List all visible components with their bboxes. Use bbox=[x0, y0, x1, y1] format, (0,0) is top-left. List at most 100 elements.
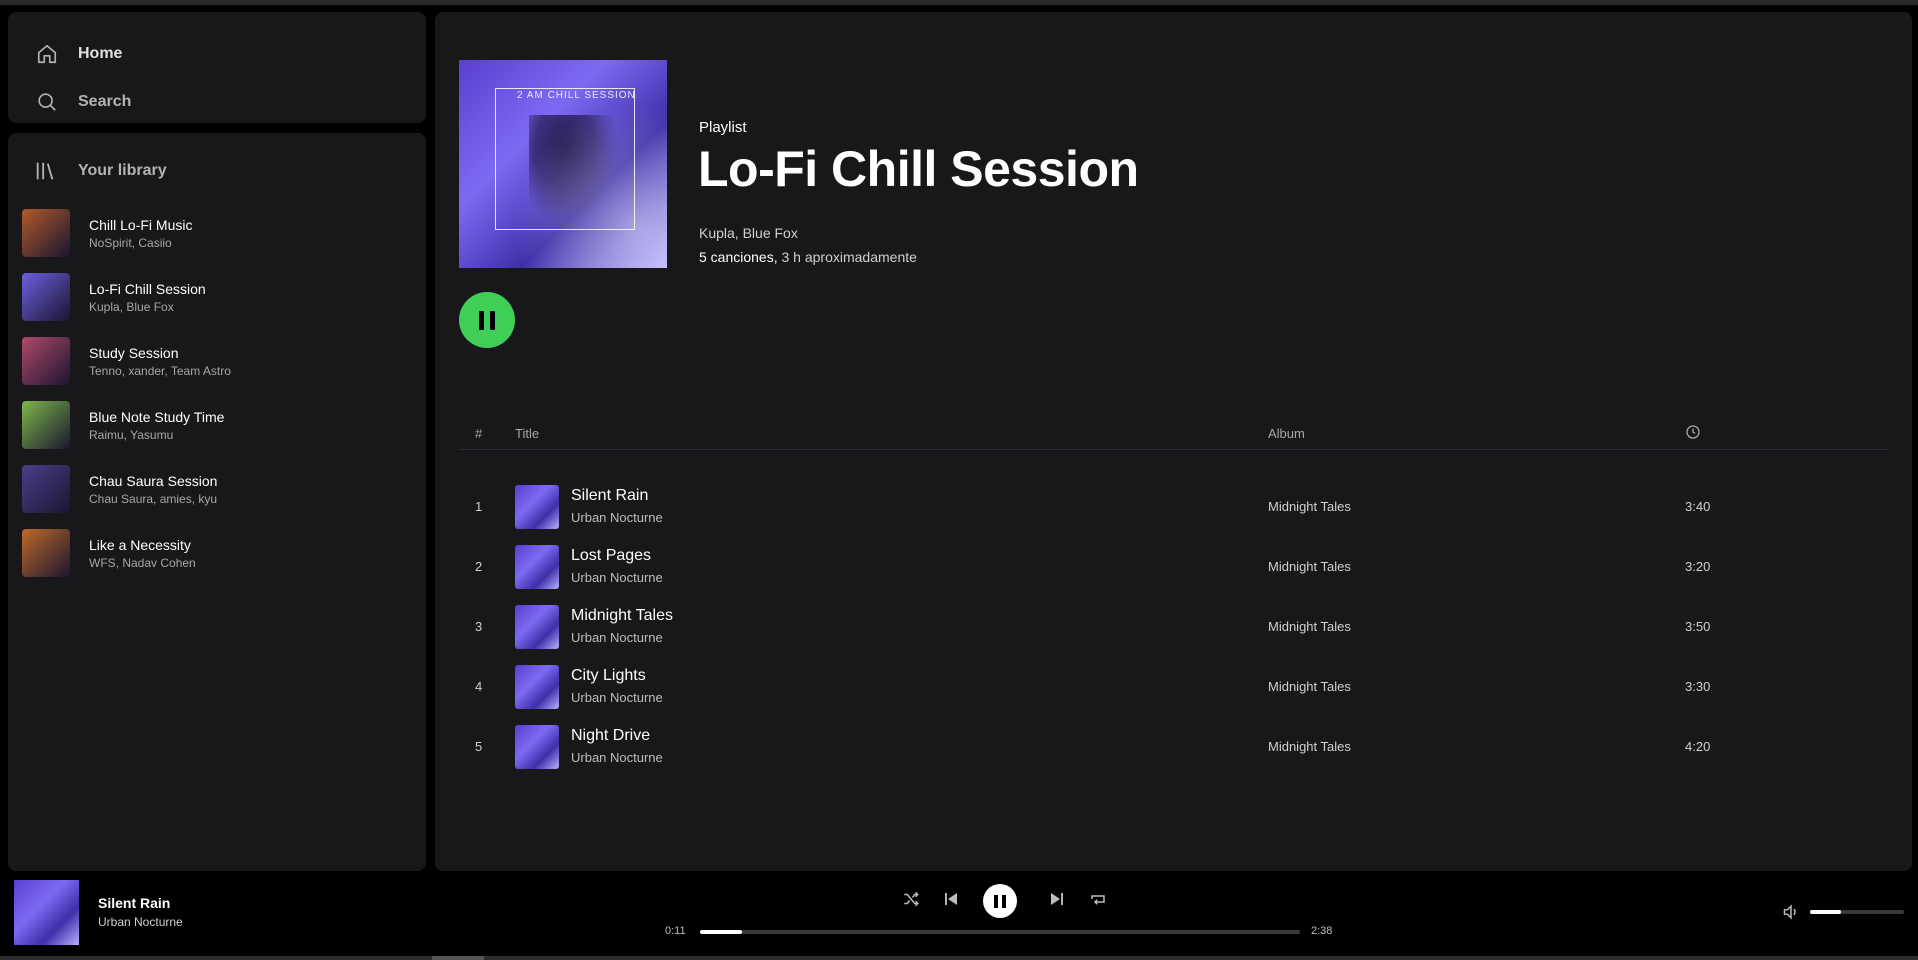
track-artist[interactable]: Urban Nocturne bbox=[571, 690, 663, 705]
track-duration: 4:20 bbox=[1685, 739, 1711, 754]
track-album[interactable]: Midnight Tales bbox=[1268, 739, 1351, 754]
window-top-edge bbox=[0, 0, 1918, 5]
track-duration: 3:30 bbox=[1685, 679, 1711, 694]
main-panel: 2 AM CHILL SESSION Playlist Lo-Fi Chill … bbox=[435, 12, 1912, 871]
pause-icon-bar-left bbox=[479, 310, 484, 330]
library-item[interactable]: Chill Lo-Fi Music NoSpirit, Casiio bbox=[8, 201, 426, 265]
track-title: City Lights bbox=[571, 667, 646, 684]
nav-search[interactable]: Search bbox=[34, 78, 426, 126]
library-item-subtitle: WFS, Nadav Cohen bbox=[89, 555, 196, 570]
track-row[interactable]: 4 City Lights Urban Nocturne Midnight Tales… bbox=[459, 657, 1888, 717]
track-album[interactable]: Midnight Tales bbox=[1268, 679, 1351, 694]
volume-fill bbox=[1810, 910, 1842, 914]
current-time: 0:11 bbox=[665, 925, 686, 937]
playlist-duration: 3 h aproximadamente bbox=[777, 249, 917, 265]
cover-text: 2 AM CHILL SESSION bbox=[517, 90, 636, 101]
library-header[interactable]: Your library bbox=[8, 133, 426, 193]
track-artist[interactable]: Urban Nocturne bbox=[571, 570, 663, 585]
library-item-title: Chau Saura Session bbox=[89, 472, 218, 489]
library-item-subtitle: Chau Saura, amies, kyu bbox=[89, 491, 218, 506]
playlist-cover: 2 AM CHILL SESSION bbox=[459, 60, 667, 268]
library-item[interactable]: Lo-Fi Chill Session Kupla, Blue Fox bbox=[8, 265, 426, 329]
pause-icon-bar-right bbox=[490, 310, 495, 330]
taskbar-marker bbox=[432, 956, 484, 960]
track-title: Midnight Tales bbox=[571, 607, 673, 624]
track-title: Lost Pages bbox=[571, 547, 652, 564]
cover-frame bbox=[495, 88, 635, 230]
header-album: Album bbox=[1268, 426, 1305, 441]
playback-controls bbox=[900, 884, 1105, 918]
track-duration: 3:40 bbox=[1685, 499, 1711, 514]
library-item-cover bbox=[22, 209, 70, 257]
playlist-type: Playlist bbox=[699, 119, 747, 136]
playlist-artists[interactable]: Kupla, Blue Fox bbox=[699, 225, 798, 241]
header-number: # bbox=[475, 426, 483, 441]
library-item-subtitle: Raimu, Yasumu bbox=[89, 427, 174, 442]
shuffle-icon[interactable] bbox=[900, 888, 922, 910]
track-row[interactable]: 3 Midnight Tales Urban Nocturne Midnight Ta… bbox=[459, 597, 1888, 657]
track-row[interactable]: 2 Lost Pages Urban Nocturne Midnight Tales 3… bbox=[459, 537, 1888, 597]
track-title: Silent Rain bbox=[571, 487, 649, 504]
previous-icon[interactable] bbox=[940, 888, 962, 910]
playlist-pause-button[interactable] bbox=[459, 292, 515, 348]
track-artist[interactable]: Urban Nocturne bbox=[571, 750, 663, 765]
track-artist[interactable]: Urban Nocturne bbox=[571, 510, 663, 525]
now-playing-title[interactable]: Silent Rain bbox=[98, 895, 170, 911]
pause-icon-left bbox=[994, 894, 998, 908]
library-item[interactable]: Blue Note Study Time Raimu, Yasumu bbox=[8, 393, 426, 457]
library-item-subtitle: Kupla, Blue Fox bbox=[89, 299, 174, 314]
track-row[interactable]: 5 Night Drive Urban Nocturne Midnight Tales… bbox=[459, 717, 1888, 777]
library-item-title: Blue Note Study Time bbox=[89, 408, 225, 425]
track-album[interactable]: Midnight Tales bbox=[1268, 559, 1351, 574]
track-row[interactable]: 1 Silent Rain Urban Nocturne Midnight Tales… bbox=[459, 477, 1888, 537]
nav-home[interactable]: Home bbox=[34, 30, 426, 78]
now-playing-artist[interactable]: Urban Nocturne bbox=[98, 915, 183, 929]
playlist-meta: 5 canciones, 3 h aproximadamente bbox=[699, 249, 917, 265]
track-number: 4 bbox=[475, 679, 483, 694]
track-album[interactable]: Midnight Tales bbox=[1268, 499, 1351, 514]
next-icon[interactable] bbox=[1046, 888, 1068, 910]
clock-icon bbox=[1685, 424, 1701, 443]
playlist-count: 5 canciones, bbox=[699, 249, 778, 265]
library-item-cover bbox=[22, 401, 70, 449]
track-duration: 3:50 bbox=[1685, 619, 1711, 634]
tracklist: 1 Silent Rain Urban Nocturne Midnight Tales… bbox=[459, 477, 1888, 777]
library-item-text: Chau Saura Session Chau Saura, amies, kyu bbox=[89, 472, 217, 507]
library-icon bbox=[34, 158, 60, 184]
library-item-cover bbox=[22, 465, 70, 513]
library-item-text: Study Session Tenno, xander, Team Astro bbox=[89, 344, 231, 379]
track-title: Night Drive bbox=[571, 727, 651, 744]
tracklist-header: # Title Album bbox=[459, 420, 1888, 450]
progress-bar[interactable] bbox=[700, 930, 1300, 934]
playlist-title: Lo-Fi Chill Session bbox=[698, 141, 1139, 197]
nav-home-label: Home bbox=[78, 45, 123, 62]
library-item-title: Lo-Fi Chill Session bbox=[89, 280, 206, 297]
track-cover bbox=[515, 485, 559, 529]
library-item-subtitle: Tenno, xander, Team Astro bbox=[89, 363, 231, 378]
volume-icon[interactable] bbox=[1782, 903, 1802, 921]
pause-button[interactable] bbox=[983, 884, 1017, 918]
repeat-icon[interactable] bbox=[1087, 888, 1109, 910]
track-number: 3 bbox=[475, 619, 483, 634]
library-item-text: Lo-Fi Chill Session Kupla, Blue Fox bbox=[89, 280, 206, 315]
track-cover bbox=[515, 605, 559, 649]
nav-panel: Home Search bbox=[8, 12, 426, 123]
library-item-text: Like a Necessity WFS, Nadav Cohen bbox=[89, 536, 196, 571]
library-item-title: Like a Necessity bbox=[89, 536, 191, 553]
library-item[interactable]: Study Session Tenno, xander, Team Astro bbox=[8, 329, 426, 393]
window-bottom-edge bbox=[0, 956, 1918, 960]
library-item[interactable]: Like a Necessity WFS, Nadav Cohen bbox=[8, 521, 426, 585]
home-icon bbox=[34, 41, 60, 67]
volume-slider[interactable] bbox=[1810, 910, 1904, 914]
pause-icon-right bbox=[1002, 894, 1006, 908]
track-number: 2 bbox=[475, 559, 483, 574]
total-time: 2:38 bbox=[1311, 925, 1333, 937]
library-list: Chill Lo-Fi Music NoSpirit, Casiio Lo-Fi C… bbox=[8, 193, 426, 585]
track-album[interactable]: Midnight Tales bbox=[1268, 619, 1351, 634]
library-title: Your library bbox=[78, 162, 167, 179]
library-item[interactable]: Chau Saura Session Chau Saura, amies, kyu bbox=[8, 457, 426, 521]
track-artist[interactable]: Urban Nocturne bbox=[571, 630, 663, 645]
progress-fill bbox=[700, 930, 742, 934]
now-playing-cover bbox=[14, 880, 79, 945]
library-item-cover bbox=[22, 337, 70, 385]
